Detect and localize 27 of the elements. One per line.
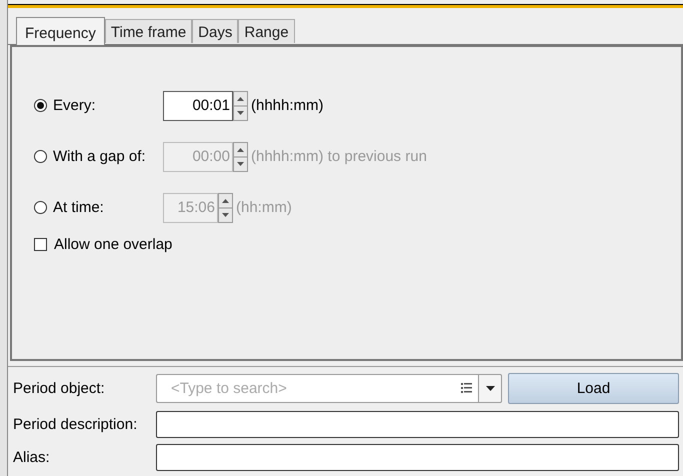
spinner-arrows-icon[interactable] [218, 192, 233, 223]
tab[interactable]: Frequency [16, 16, 105, 45]
field-label: Period description: [13, 416, 138, 432]
time-field[interactable]: 00:01 [163, 90, 233, 121]
unit-hint: (hhhh:mm) [251, 97, 324, 114]
checkbox[interactable] [34, 238, 47, 251]
checkbox-label: Allow one overlap [54, 236, 172, 253]
tab[interactable]: Time frame [104, 18, 192, 43]
field-label: Alias: [13, 448, 51, 466]
search-field[interactable]: <Type to search> [156, 374, 461, 402]
spinner-arrows-icon[interactable] [233, 142, 248, 172]
input-field[interactable] [156, 410, 679, 438]
dropdown-button[interactable] [478, 374, 502, 402]
tab[interactable]: Days [192, 18, 238, 43]
list-icon[interactable] [461, 383, 472, 393]
load-button[interactable]: Load [508, 372, 679, 404]
unit-hint: (hhhh:mm) to previous run [251, 148, 427, 166]
option-label: Every: [53, 97, 97, 114]
input-field[interactable] [156, 444, 679, 470]
spinner-arrows-icon[interactable] [233, 90, 248, 121]
field-label: Period object: [13, 380, 106, 396]
caret-icon [486, 386, 494, 390]
tab[interactable]: Range [238, 18, 295, 43]
unit-hint: (hh:mm) [236, 199, 292, 216]
option-label: At time: [53, 199, 105, 216]
option-label: With a gap of: [53, 148, 147, 166]
radio-button[interactable] [34, 99, 47, 112]
